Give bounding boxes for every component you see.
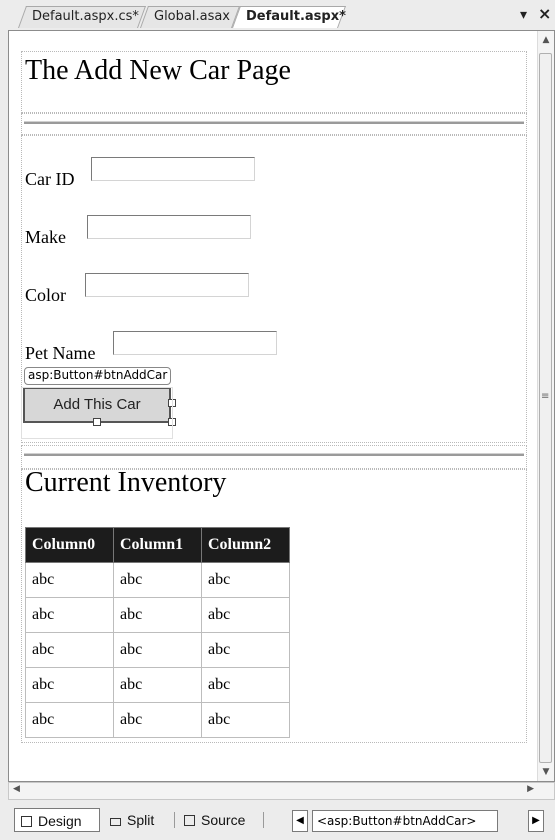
grid-cell: abc bbox=[201, 632, 290, 668]
color-field[interactable] bbox=[85, 273, 249, 297]
car-id-field[interactable] bbox=[91, 157, 255, 181]
tab-label: Global.asax bbox=[154, 9, 231, 24]
pet-name-field[interactable] bbox=[113, 331, 277, 355]
grid-cell: abc bbox=[113, 597, 202, 633]
hr-region-1 bbox=[21, 113, 527, 135]
scroll-grip-icon: ≡ bbox=[541, 391, 550, 402]
tab-default-aspx-cs[interactable]: Default.aspx.cs* bbox=[18, 6, 147, 28]
split-label: Split bbox=[127, 812, 155, 828]
grid-header: Column1 bbox=[113, 527, 202, 563]
grid-cell: abc bbox=[201, 597, 290, 633]
grid-cell: abc bbox=[113, 702, 202, 738]
table-row: abc abc abc bbox=[25, 632, 290, 668]
grid-cell: abc bbox=[113, 632, 202, 668]
vertical-scrollbar[interactable]: ▲ ≡ ▼ bbox=[537, 31, 554, 781]
split-icon bbox=[110, 818, 121, 826]
breadcrumb-forward-icon[interactable]: ▶ bbox=[528, 810, 544, 832]
grid-cell: abc bbox=[25, 562, 114, 598]
separator bbox=[174, 812, 175, 828]
scroll-thumb[interactable] bbox=[539, 53, 552, 763]
source-icon bbox=[184, 815, 195, 826]
hr-region-2 bbox=[21, 445, 527, 469]
breadcrumb-back-icon[interactable]: ◀ bbox=[292, 810, 308, 832]
scroll-left-icon[interactable]: ◀ bbox=[13, 784, 20, 794]
separator bbox=[263, 812, 264, 828]
grid-cell: abc bbox=[113, 667, 202, 703]
document-tab-bar: Default.aspx.cs* Global.asax Default.asp… bbox=[0, 0, 555, 30]
button-cell bbox=[21, 387, 173, 439]
grid-cell: abc bbox=[25, 667, 114, 703]
tag-breadcrumb[interactable]: <asp:Button#btnAddCar> bbox=[312, 810, 498, 832]
grid-header: Column0 bbox=[25, 527, 114, 563]
table-row: abc abc abc bbox=[25, 562, 290, 598]
grid-cell: abc bbox=[201, 562, 290, 598]
horizontal-scrollbar[interactable]: ◀ ▶ bbox=[8, 782, 555, 800]
table-row: abc abc abc bbox=[25, 597, 290, 633]
design-label: Design bbox=[38, 813, 82, 829]
tab-label: Default.aspx.cs* bbox=[32, 9, 139, 24]
grid-cell: abc bbox=[25, 597, 114, 633]
design-surface[interactable]: The Add New Car Page Car ID Make Color P… bbox=[8, 30, 555, 782]
pet-name-label: Pet Name bbox=[25, 343, 96, 363]
page-title: The Add New Car Page bbox=[25, 55, 291, 86]
view-switcher-bar: Design Split Source ◀ <asp:Button#btnAdd… bbox=[0, 804, 555, 840]
table-row: abc abc abc bbox=[25, 702, 290, 738]
grid-cell: abc bbox=[113, 562, 202, 598]
tab-dropdown-icon[interactable]: ▾ bbox=[520, 7, 527, 23]
tab-default-aspx[interactable]: Default.aspx* bbox=[232, 6, 347, 28]
car-id-label: Car ID bbox=[25, 169, 75, 189]
inventory-grid[interactable]: Column0 Column1 Column2 abc abc abc abc … bbox=[25, 527, 290, 738]
grid-cell: abc bbox=[201, 667, 290, 703]
grid-header-row: Column0 Column1 Column2 bbox=[25, 527, 290, 563]
grid-cell: abc bbox=[201, 702, 290, 738]
page-canvas: The Add New Car Page Car ID Make Color P… bbox=[9, 31, 539, 781]
tab-label: Default.aspx* bbox=[246, 9, 346, 24]
scroll-down-icon[interactable]: ▼ bbox=[538, 767, 554, 777]
make-field[interactable] bbox=[87, 215, 251, 239]
close-icon[interactable]: × bbox=[538, 4, 551, 23]
grid-cell: abc bbox=[25, 702, 114, 738]
grid-header: Column2 bbox=[201, 527, 290, 563]
horizontal-rule bbox=[24, 453, 524, 456]
source-view-button[interactable]: Source bbox=[178, 808, 251, 832]
horizontal-rule bbox=[24, 121, 524, 124]
control-tag-label: asp:Button#btnAddCar bbox=[24, 367, 172, 385]
table-row: abc abc abc bbox=[25, 667, 290, 703]
design-icon bbox=[21, 816, 32, 827]
tab-global-asax[interactable]: Global.asax bbox=[140, 6, 241, 28]
inventory-title: Current Inventory bbox=[25, 467, 227, 498]
scroll-up-icon[interactable]: ▲ bbox=[538, 35, 554, 45]
color-label: Color bbox=[25, 285, 67, 305]
source-label: Source bbox=[201, 812, 246, 828]
design-view-button[interactable]: Design bbox=[14, 808, 100, 832]
make-label: Make bbox=[25, 227, 66, 247]
split-view-button[interactable]: Split bbox=[104, 808, 160, 832]
scroll-right-icon[interactable]: ▶ bbox=[527, 784, 534, 794]
grid-cell: abc bbox=[25, 632, 114, 668]
